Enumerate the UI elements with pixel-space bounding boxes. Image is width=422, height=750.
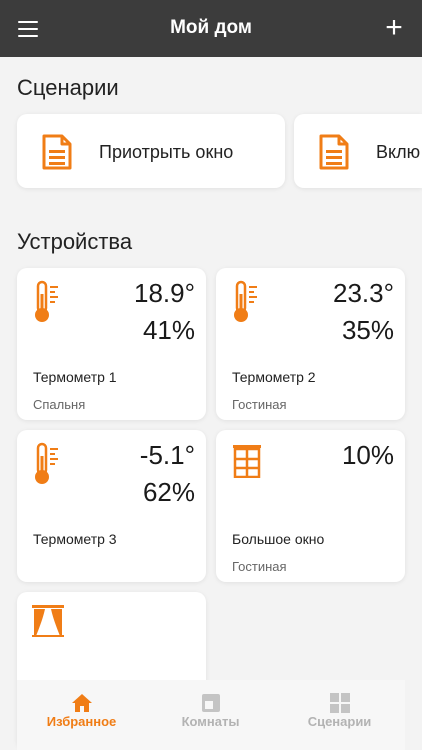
devices-section-title: Устройства [17, 229, 133, 254]
document-icon [42, 134, 72, 170]
device-card-thermometer-1[interactable]: 18.9° 41% Термометр 1 Спальня [17, 268, 206, 420]
scenario-card-1[interactable]: Приотрыть окно [17, 114, 285, 188]
scenario-card-2[interactable]: Вклю [294, 114, 422, 188]
humidity-value: 62% [142, 477, 195, 507]
device-card-thermometer-2[interactable]: 23.3° 35% Термометр 2 Гостиная [216, 268, 405, 420]
device-room: Спальня [33, 397, 86, 412]
thermometer-icon [234, 280, 257, 322]
curtains-icon [32, 605, 64, 637]
bottom-navigation: Избранное Комнаты Сценарии [17, 680, 405, 750]
humidity-value: 41% [142, 315, 195, 345]
humidity-value: 35% [341, 315, 394, 345]
device-name: Большое окно [232, 531, 325, 547]
nav-label: Сценарии [307, 714, 372, 729]
scenarios-section-title: Сценарии [17, 75, 119, 100]
nav-scenarios[interactable]: Сценарии [275, 680, 404, 750]
device-name: Термометр 1 [33, 369, 117, 385]
rooms-icon [202, 694, 220, 712]
top-app-bar: Мой дом + [0, 0, 422, 57]
nav-rooms[interactable]: Комнаты [146, 680, 275, 750]
home-icon [72, 694, 92, 712]
grid-icon [330, 693, 350, 713]
plus-icon[interactable]: + [382, 13, 406, 43]
device-name: Термометр 3 [33, 531, 117, 547]
nav-favorites[interactable]: Избранное [17, 680, 146, 750]
device-room: Гостиная [232, 559, 287, 574]
page-title: Мой дом [170, 17, 252, 38]
scenario-label: Вклю [376, 142, 421, 162]
temperature-value: 18.9° [133, 278, 195, 308]
device-room: Гостиная [232, 397, 287, 412]
nav-label: Избранное [46, 714, 117, 729]
scenario-label: Приотрыть окно [99, 142, 234, 162]
device-name: Термометр 2 [232, 369, 316, 385]
window-icon [233, 445, 261, 478]
temperature-value: 23.3° [332, 278, 394, 308]
nav-label: Комнаты [181, 714, 240, 729]
device-card-window[interactable]: 10% Большое окно Гостиная [216, 430, 405, 582]
window-open-value: 10% [341, 440, 394, 470]
temperature-value: -5.1° [139, 440, 195, 470]
thermometer-icon [35, 442, 58, 484]
document-icon [319, 134, 349, 170]
thermometer-icon [35, 280, 58, 322]
device-card-thermometer-3[interactable]: -5.1° 62% Термометр 3 [17, 430, 206, 582]
